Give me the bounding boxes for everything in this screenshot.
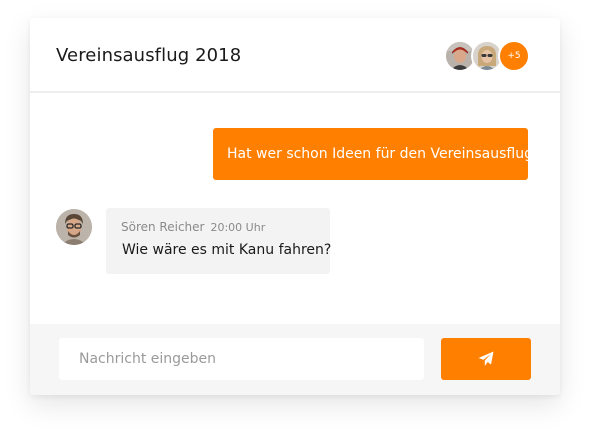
avatar[interactable] xyxy=(56,209,92,245)
chat-header: Vereinsausflug 2018 +5 xyxy=(30,18,560,93)
send-button[interactable] xyxy=(441,338,531,380)
message-list[interactable]: Hat wer schon Ideen für den Vereinsausfl… xyxy=(30,93,560,324)
message-time: 20:00 Uhr xyxy=(210,221,266,234)
chat-window: Vereinsausflug 2018 +5 Hat wer schon Ide… xyxy=(30,18,560,395)
message-input[interactable] xyxy=(59,338,424,380)
user-photo-icon xyxy=(56,209,92,245)
message-author: Sören Reicher xyxy=(121,220,205,234)
user-photo-icon xyxy=(446,42,474,70)
message-meta: Sören Reicher 20:00 Uhr xyxy=(121,220,265,234)
paper-plane-icon xyxy=(478,351,494,366)
chat-title: Vereinsausflug 2018 xyxy=(56,45,242,66)
user-photo-icon xyxy=(473,42,501,70)
incoming-message-text: Wie wäre es mit Kanu fahren? xyxy=(122,242,332,258)
participant-avatars[interactable]: +5 xyxy=(444,40,534,72)
outgoing-message: Hat wer schon Ideen für den Vereinsausfl… xyxy=(213,128,540,180)
message-composer xyxy=(30,324,560,395)
incoming-message: Sören Reicher 20:00 Uhr Wie wäre es mit K… xyxy=(106,208,332,274)
more-participants-badge[interactable]: +5 xyxy=(498,40,530,72)
